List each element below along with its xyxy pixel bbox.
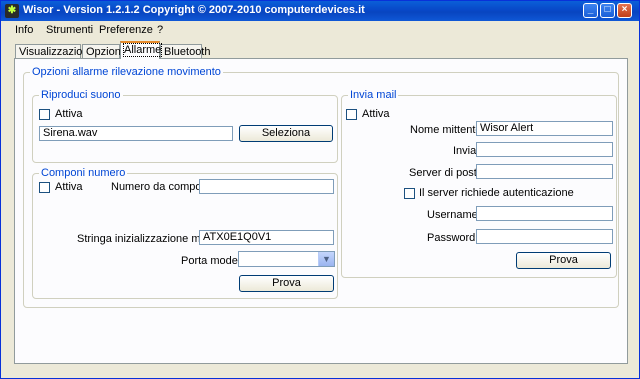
- mail-enable-label: Attiva: [362, 108, 390, 120]
- menu-bar: Info Strumenti Preferenze ?: [1, 21, 639, 39]
- mail-test-button[interactable]: Prova: [516, 252, 611, 269]
- mail-group: Invia mail Attiva Nome mittente Wisor Al…: [341, 89, 617, 278]
- number-field[interactable]: [199, 179, 334, 194]
- mail-group-title: Invia mail: [348, 89, 399, 101]
- dial-group-title: Componi numero: [39, 167, 128, 179]
- dial-enable-label: Attiva: [55, 181, 83, 193]
- tab-bluetooth[interactable]: Bluetooth: [160, 44, 210, 59]
- mail-enable-checkbox[interactable]: [346, 109, 357, 120]
- tab-panel-allarme: Opzioni allarme rilevazione movimento Ri…: [14, 58, 628, 364]
- menu-strumenti[interactable]: Strumenti: [46, 24, 93, 36]
- server-label: Server di posta: [409, 167, 483, 179]
- maximize-button[interactable]: □: [600, 3, 615, 18]
- menu-info[interactable]: Info: [15, 24, 33, 36]
- app-window: ✱ Wisor - Version 1.2.1.2 Copyright © 20…: [0, 0, 640, 379]
- username-label: Username: [427, 209, 478, 221]
- dial-test-button[interactable]: Prova: [239, 275, 334, 292]
- motion-alarm-group: Opzioni allarme rilevazione movimento Ri…: [23, 66, 619, 308]
- chevron-down-icon[interactable]: ▼: [318, 252, 334, 266]
- dial-enable-checkbox[interactable]: [39, 182, 50, 193]
- tab-opzioni[interactable]: Opzioni: [82, 44, 123, 59]
- password-field[interactable]: [476, 229, 613, 244]
- sender-label: Nome mittente: [410, 124, 482, 136]
- tab-allarme[interactable]: Allarme: [120, 41, 163, 59]
- window-title: Wisor - Version 1.2.1.2 Copyright © 2007…: [23, 4, 365, 16]
- server-field[interactable]: [476, 164, 613, 179]
- tab-visualizzazione[interactable]: Visualizzazione: [15, 44, 95, 59]
- close-button[interactable]: ×: [617, 3, 632, 18]
- menu-help[interactable]: ?: [157, 24, 163, 36]
- select-sound-button[interactable]: Seleziona: [239, 125, 333, 142]
- sound-group: Riproduci suono Attiva Sirena.wav Selezi…: [32, 89, 338, 163]
- sound-enable-label: Attiva: [55, 108, 83, 120]
- sound-file-field[interactable]: Sirena.wav: [39, 126, 233, 141]
- title-bar[interactable]: ✱ Wisor - Version 1.2.1.2 Copyright © 20…: [1, 1, 639, 21]
- to-field[interactable]: [476, 142, 613, 157]
- sender-field[interactable]: Wisor Alert: [476, 121, 613, 136]
- modem-port-select[interactable]: ▼: [238, 251, 335, 267]
- auth-label: Il server richiede autenticazione: [419, 187, 574, 199]
- sound-enable-checkbox[interactable]: [39, 109, 50, 120]
- app-icon: ✱: [5, 4, 19, 18]
- sound-group-title: Riproduci suono: [39, 89, 123, 101]
- init-string-field[interactable]: ATX0E1Q0V1: [199, 230, 334, 245]
- minimize-button[interactable]: _: [583, 3, 598, 18]
- menu-preferenze[interactable]: Preferenze: [99, 24, 153, 36]
- username-field[interactable]: [476, 206, 613, 221]
- auth-checkbox[interactable]: [404, 188, 415, 199]
- dial-group: Componi numero Attiva Numero da comporre…: [32, 167, 338, 299]
- motion-alarm-group-title: Opzioni allarme rilevazione movimento: [30, 66, 223, 78]
- password-label: Password: [427, 232, 476, 244]
